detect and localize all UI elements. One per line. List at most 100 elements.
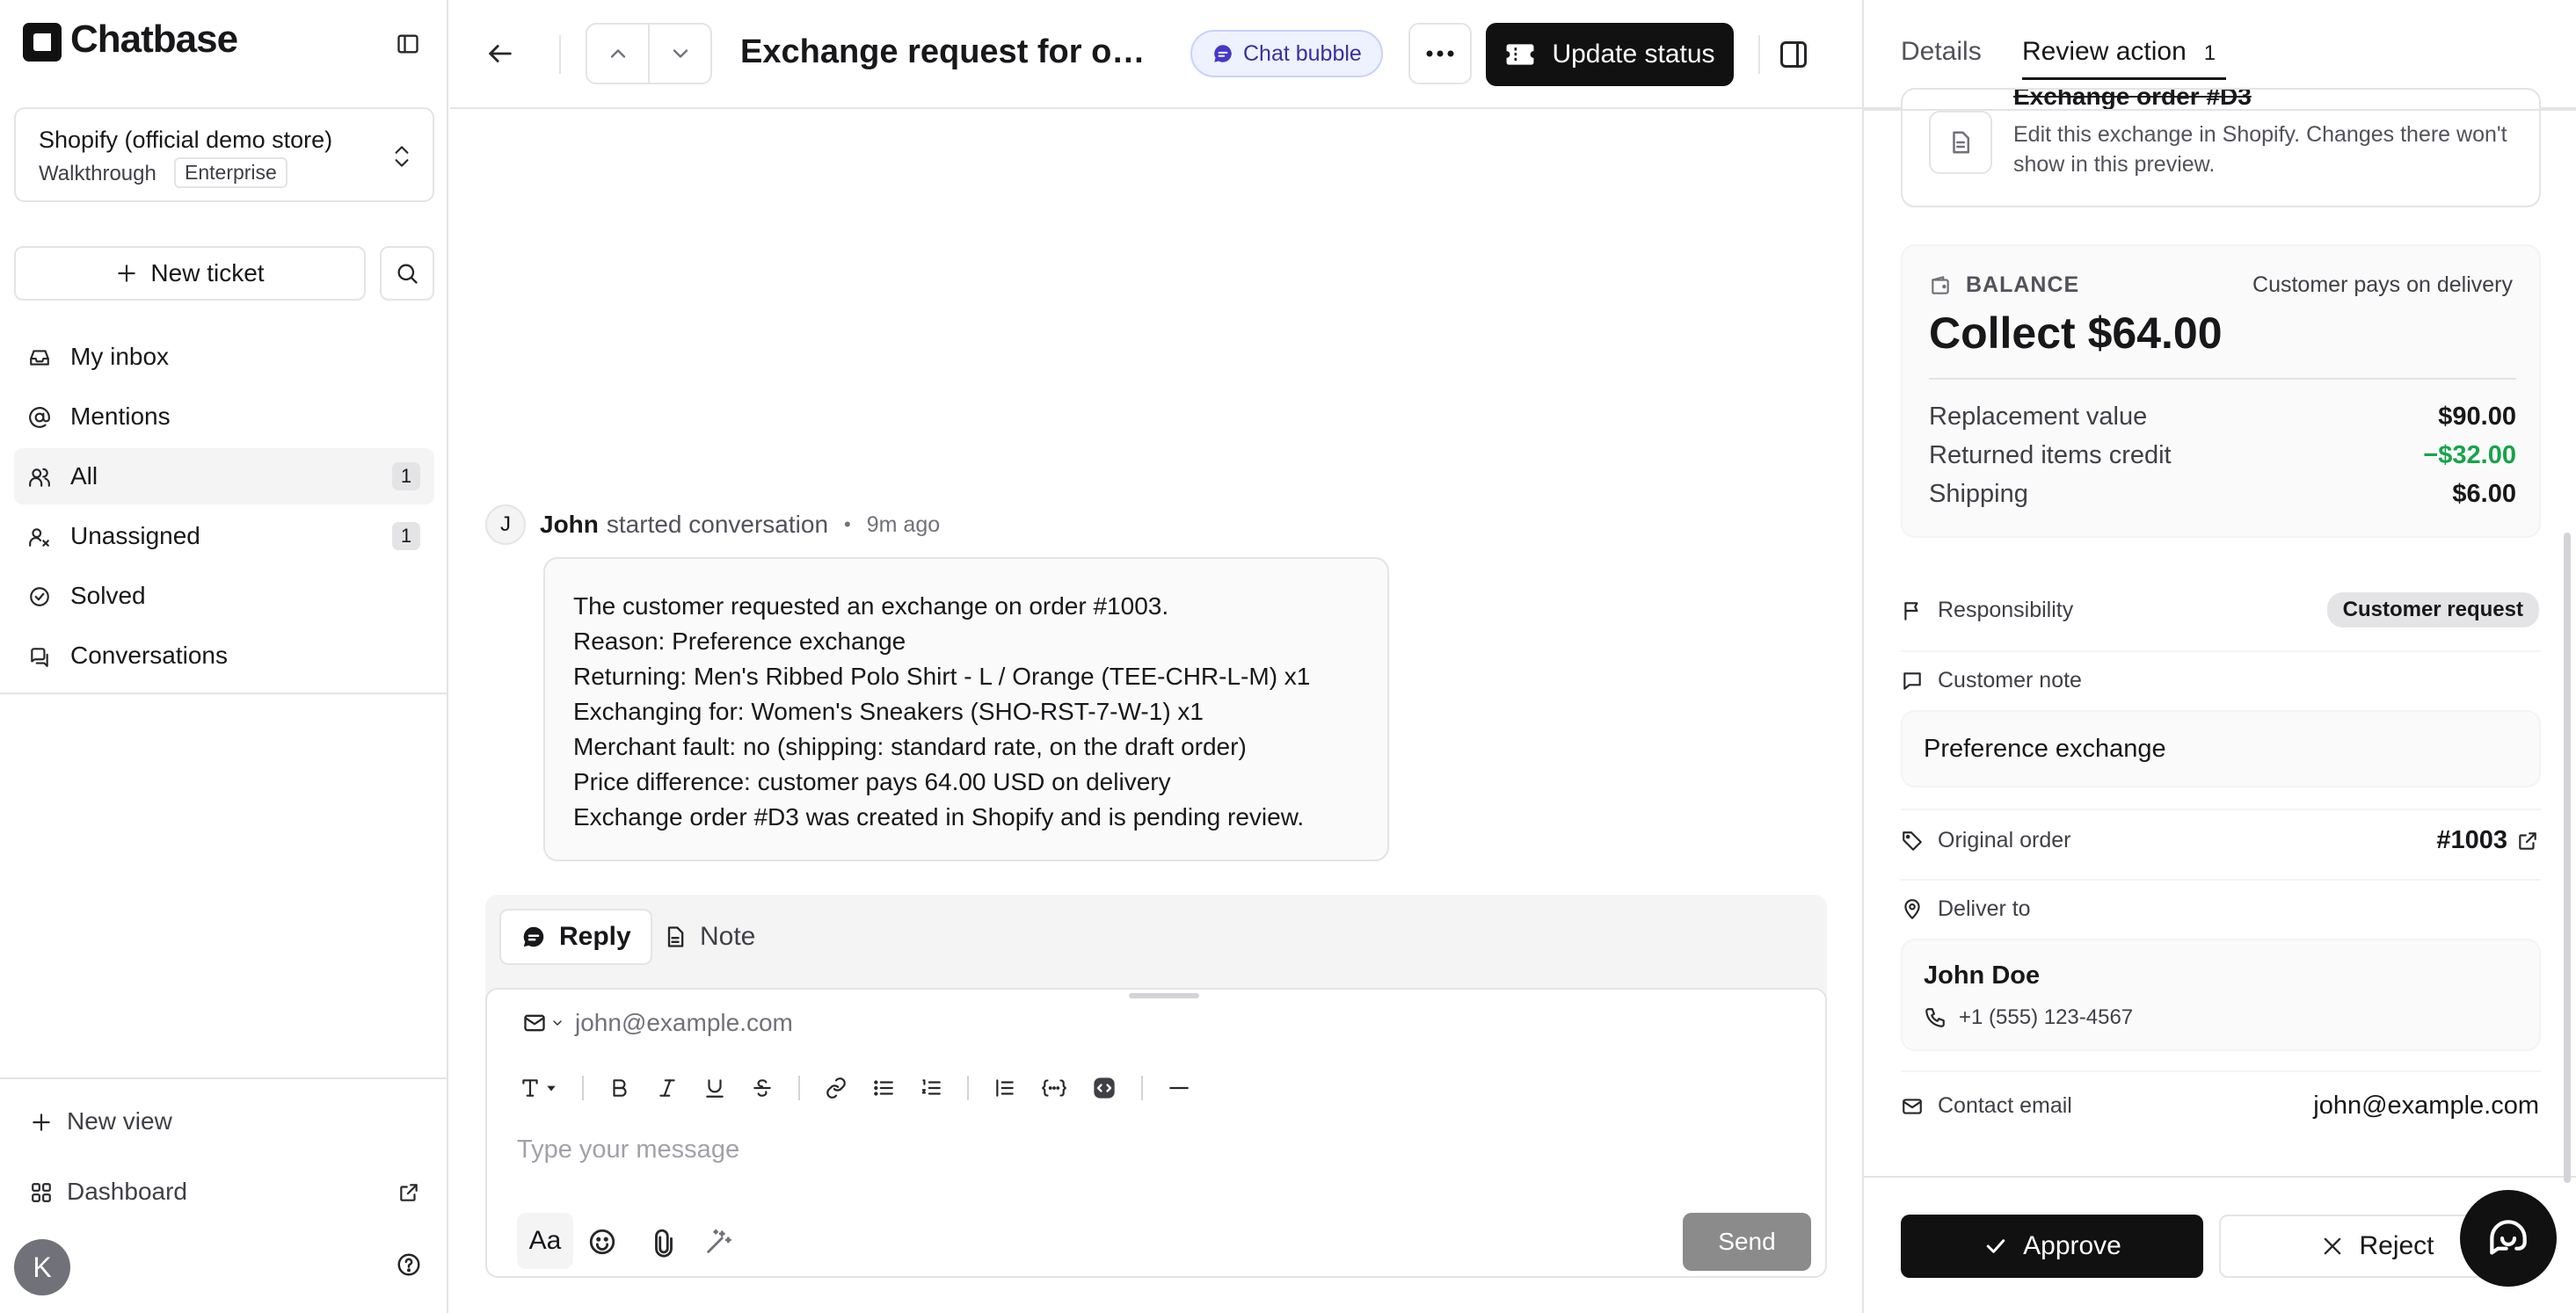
more-options-button[interactable]	[1408, 23, 1472, 84]
wallet-icon	[1932, 275, 1949, 294]
count-badge: 1	[392, 462, 420, 490]
flag-icon	[1904, 601, 1918, 620]
horizontal-rule-icon[interactable]	[1168, 1077, 1190, 1099]
strikethrough-icon[interactable]	[751, 1077, 774, 1099]
shopify-edit-note: Edit this exchange in Shopify. Changes t…	[2013, 122, 2507, 177]
dashboard-link[interactable]: Dashboard	[14, 1164, 434, 1220]
workspace-name: Shopify (official demo store)	[39, 127, 333, 153]
help-circle-icon[interactable]	[396, 1251, 422, 1278]
text-style-dropdown[interactable]	[519, 1077, 557, 1099]
link-icon[interactable]	[825, 1077, 848, 1099]
new-view-label: New view	[67, 1107, 172, 1135]
code-block-icon[interactable]	[1092, 1076, 1117, 1100]
line-item-value: $90.00	[2438, 403, 2516, 431]
new-ticket-button[interactable]: New ticket	[14, 246, 366, 301]
active-tab-indicator	[2022, 77, 2226, 80]
message-action: started conversation	[606, 511, 829, 538]
toolbar-divider	[582, 1076, 584, 1100]
tab-note[interactable]: Note	[644, 909, 775, 965]
back-arrow-icon[interactable]	[485, 39, 515, 69]
blockquote-icon[interactable]	[993, 1077, 1016, 1099]
contact-email-value: john@example.com	[2313, 1092, 2539, 1120]
sidebar-item-unassigned[interactable]: Unassigned 1	[14, 508, 434, 564]
chevron-up-icon	[610, 49, 625, 58]
new-view-button[interactable]: New view	[14, 1093, 434, 1150]
sidebar-item-all[interactable]: All 1	[14, 448, 434, 504]
message-line: Exchanging for: Women's Sneakers (SHO-RS…	[573, 698, 1204, 725]
message-square-icon	[1903, 671, 1921, 690]
composer: Reply Note john@example.com Type your me…	[485, 895, 1827, 1278]
message-header: J John started conversation • 9m ago	[485, 504, 940, 545]
search-button[interactable]	[380, 246, 434, 301]
reply-editor[interactable]: john@example.com Type your message Aa Se…	[485, 988, 1827, 1278]
tab-review-action[interactable]: Review action 1	[2022, 37, 2216, 67]
avatar[interactable]: K	[14, 1239, 70, 1295]
bullet-list-icon[interactable]	[872, 1077, 895, 1099]
support-chat-button[interactable]	[2460, 1190, 2557, 1287]
message-line: Merchant fault: no (shipping: standard r…	[573, 733, 1247, 760]
support-chat-icon	[2490, 1220, 2527, 1255]
underline-icon[interactable]	[703, 1077, 726, 1099]
exchange-order-title[interactable]: Exchange order #D3	[2013, 90, 2252, 111]
responsibility-badge: Customer request	[2326, 592, 2539, 627]
toggle-panel-icon[interactable]	[1778, 39, 1809, 70]
bold-icon[interactable]	[608, 1077, 631, 1099]
tab-reply[interactable]: Reply	[499, 909, 652, 965]
previous-ticket-button[interactable]	[587, 25, 650, 83]
scrollbar[interactable]	[2564, 533, 2571, 1183]
sidebar-item-solved[interactable]: Solved	[14, 568, 434, 624]
conversation-header: Exchange request for order #1003 Chat bu…	[450, 0, 1862, 109]
balance-heading: BALANCE	[1929, 272, 2079, 298]
page-title: Exchange request for order #1003	[740, 33, 1153, 70]
text-type-icon	[522, 1079, 538, 1097]
chevrons-up-down-icon	[390, 142, 413, 170]
text-format-button[interactable]: Aa	[517, 1213, 573, 1269]
reply-chat-icon	[523, 926, 544, 947]
sidebar-divider	[0, 693, 448, 694]
italic-icon[interactable]	[656, 1077, 679, 1099]
variable-braces-icon[interactable]	[1041, 1077, 1067, 1099]
customer-note-label: Customer note	[1901, 668, 2082, 693]
reject-label: Reject	[2359, 1231, 2434, 1260]
numbered-list-icon[interactable]	[920, 1077, 942, 1099]
approve-button[interactable]: Approve	[1901, 1215, 2203, 1278]
check-icon	[1986, 1239, 2005, 1253]
emoji-icon[interactable]	[587, 1227, 617, 1257]
message-line: Reason: Preference exchange	[573, 627, 906, 655]
external-link-icon	[2519, 831, 2536, 850]
original-order-link[interactable]: #1003	[2436, 826, 2539, 855]
next-ticket-button[interactable]	[650, 25, 710, 83]
recipient-phone: +1 (555) 123-4567	[1924, 1005, 2133, 1030]
send-button[interactable]: Send	[1683, 1213, 1811, 1271]
sidebar-item-label: Solved	[70, 582, 146, 609]
chevron-down-icon	[673, 49, 688, 58]
attachment-icon[interactable]	[649, 1229, 679, 1259]
order-number: #1003	[2436, 826, 2507, 854]
users-icon	[29, 468, 50, 487]
at-icon	[29, 407, 50, 428]
tab-details[interactable]: Details	[1901, 37, 1982, 67]
collapse-sidebar-icon[interactable]	[396, 32, 420, 56]
separator-dot: •	[844, 513, 851, 535]
responsibility-text: Responsibility	[1938, 598, 2074, 622]
resize-handle[interactable]	[1129, 993, 1199, 998]
workspace-switcher[interactable]: Shopify (official demo store) Walkthroug…	[14, 107, 434, 202]
divider	[1901, 1070, 2541, 1072]
external-link-icon	[400, 1184, 418, 1201]
message-line: Returning: Men's Ribbed Polo Shirt - L /…	[573, 663, 1311, 690]
divider	[1901, 809, 2541, 810]
channel-chip[interactable]: Chat bubble	[1190, 30, 1383, 77]
original-order-label: Original order	[1901, 828, 2070, 853]
sidebar-item-conversations[interactable]: Conversations	[14, 627, 434, 684]
plus-icon	[118, 265, 136, 282]
line-item-value: $6.00	[2452, 480, 2516, 508]
divider	[1864, 109, 2576, 111]
ai-wand-icon[interactable]	[703, 1227, 733, 1257]
sidebar-item-label: Mentions	[70, 403, 171, 430]
sidebar-item-my-inbox[interactable]: My inbox	[14, 329, 434, 385]
message-input[interactable]: Type your message	[517, 1135, 739, 1164]
update-status-button[interactable]: Update status	[1486, 23, 1734, 86]
workspace-sub: Walkthrough	[39, 162, 156, 185]
sidebar-item-mentions[interactable]: Mentions	[14, 388, 434, 445]
recipient-selector[interactable]: john@example.com	[522, 1009, 793, 1037]
